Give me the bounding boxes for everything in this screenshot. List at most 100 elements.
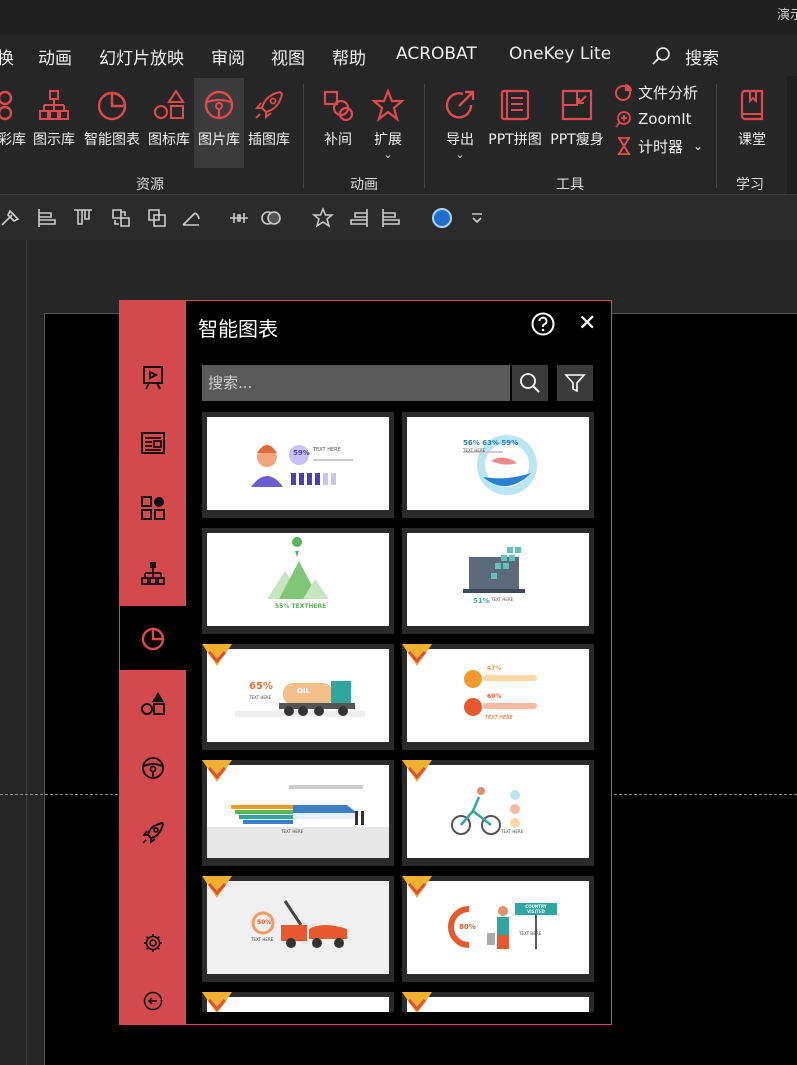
pie-chart-icon xyxy=(97,91,127,121)
template-thumbnail[interactable] xyxy=(402,992,594,1012)
thumbnail-graphic xyxy=(235,681,365,717)
ribbon-classroom-button[interactable]: 课堂 xyxy=(730,82,774,168)
tab-onekey-lite[interactable]: OneKey Lite xyxy=(509,44,611,64)
search-button[interactable] xyxy=(512,365,548,401)
grid-circle-icon xyxy=(141,496,165,520)
group-icon[interactable] xyxy=(110,207,132,229)
thumbnail-graphic xyxy=(451,787,520,835)
premium-badge-icon xyxy=(402,992,432,1012)
panel-title: 智能图表 xyxy=(198,317,278,341)
sidebar-item-smart-chart[interactable] xyxy=(120,606,186,670)
format-painter-icon[interactable] xyxy=(0,207,22,229)
ribbon-color-library-button[interactable]: 彩库 xyxy=(0,82,30,168)
org-chart-icon xyxy=(39,90,69,120)
thumbnail-text: 55% TEXTHERE xyxy=(275,603,327,610)
star-outline-icon[interactable] xyxy=(312,207,334,229)
ribbon-export-button[interactable]: 导出 ⌄ xyxy=(438,82,482,168)
timer-label: 计时器 xyxy=(638,137,684,156)
ribbon-separator xyxy=(424,84,425,188)
thumbnail-graphic xyxy=(463,547,525,593)
ribbon-illustration-library-button[interactable]: 插图库 xyxy=(245,82,293,168)
sidebar-collapse[interactable] xyxy=(120,981,186,1021)
menu-search[interactable]: 搜索 xyxy=(685,44,719,69)
search-input[interactable] xyxy=(202,365,510,401)
sidebar-item-presentation[interactable] xyxy=(120,346,186,410)
template-thumbnail[interactable]: 80% COUNTRY VISITED TEXT HERE xyxy=(402,876,594,982)
distribute-icon[interactable] xyxy=(228,207,250,229)
ribbon-label: 补间 xyxy=(324,132,352,148)
tab-help[interactable]: 帮助 xyxy=(332,44,366,69)
gear-icon xyxy=(144,934,162,952)
ribbon-image-library-button[interactable]: 图片库 xyxy=(194,78,244,168)
template-thumbnail[interactable]: 55% TEXTHERE xyxy=(202,528,394,634)
sidebar-item-diagrams[interactable] xyxy=(120,541,186,605)
ribbon-label: PPT拼图 xyxy=(488,132,542,148)
fill-color-icon[interactable] xyxy=(431,207,453,229)
template-thumbnail[interactable]: 65% OIL TEXT HERE xyxy=(202,644,394,750)
align-menu-icon[interactable] xyxy=(380,207,402,229)
template-thumbnail[interactable]: TEXT HERE xyxy=(202,760,394,866)
ribbon-label: 导出 xyxy=(446,132,474,148)
sidebar-item-illustrations[interactable] xyxy=(120,801,186,865)
align-top-icon[interactable] xyxy=(72,207,94,229)
ribbon-label: 智能图表 xyxy=(84,132,140,148)
close-icon[interactable]: ✕ xyxy=(578,311,596,336)
ribbon-diagram-library-button[interactable]: 图示库 xyxy=(30,82,78,168)
search-icon[interactable] xyxy=(651,46,671,66)
ribbon-icon-library-button[interactable]: 图标库 xyxy=(145,82,193,168)
more-icon[interactable] xyxy=(466,207,488,229)
ribbon-ppt-collage-button[interactable]: PPT拼图 xyxy=(485,82,545,168)
template-thumbnail[interactable]: 59% TEXT HERE xyxy=(202,412,394,518)
timer-button[interactable]: 计时器 ⌄ xyxy=(614,134,703,158)
tab-review[interactable]: 审阅 xyxy=(211,44,245,69)
ribbon-extend-button[interactable]: 扩展 ⌄ xyxy=(366,82,410,168)
sidebar-item-images[interactable] xyxy=(120,736,186,800)
thumbnail-text: 51% xyxy=(473,597,490,605)
shapes-icon xyxy=(154,89,185,119)
ribbon-separator xyxy=(303,84,304,188)
org-chart-icon xyxy=(141,562,165,585)
tab-slideshow[interactable]: 幻灯片放映 xyxy=(99,44,184,69)
bring-forward-icon[interactable] xyxy=(146,207,168,229)
rocket-icon xyxy=(254,90,284,120)
ribbon-tween-button[interactable]: 补间 xyxy=(316,82,360,168)
template-thumbnail[interactable]: 47% 60% TEXT HERE xyxy=(402,644,594,750)
template-thumbnail[interactable]: TEXT HERE xyxy=(402,760,594,866)
rotate-icon[interactable] xyxy=(180,207,202,229)
file-analysis-button[interactable]: 文件分析 xyxy=(614,80,698,104)
tween-icon xyxy=(323,90,354,122)
thumbnail-graphic xyxy=(251,900,347,948)
tab-acrobat[interactable]: ACROBAT xyxy=(396,44,477,64)
back-arrow-icon xyxy=(143,991,163,1011)
merge-shapes-icon[interactable] xyxy=(260,207,282,229)
tab-animations[interactable]: 动画 xyxy=(38,44,72,69)
template-thumbnail[interactable]: 51% TEXT HERE xyxy=(402,528,594,634)
title-bar: 演示 xyxy=(0,0,797,34)
template-thumbnail[interactable] xyxy=(202,992,394,1012)
align-right-icon[interactable] xyxy=(348,207,370,229)
sidebar-item-modules[interactable] xyxy=(120,476,186,540)
book-icon xyxy=(740,89,764,121)
thumbnail-text: TEXT HERE xyxy=(491,597,514,602)
zoomit-button[interactable]: ZoomIt xyxy=(614,107,692,131)
premium-badge-icon xyxy=(202,644,232,666)
premium-badge-icon xyxy=(402,876,432,898)
ribbon-smart-chart-button[interactable]: 智能图表 xyxy=(80,82,144,168)
sidebar-item-layout[interactable] xyxy=(120,411,186,475)
thumbnail-text: 50% xyxy=(257,919,272,926)
template-thumbnail[interactable]: 56% 63% 59% TEXT HERE xyxy=(402,412,594,518)
align-left-icon[interactable] xyxy=(36,207,58,229)
tab-transitions[interactable]: 换 xyxy=(0,44,14,69)
ribbon-ppt-slim-button[interactable]: PPT瘦身 xyxy=(547,82,607,168)
palette-icon xyxy=(0,90,13,121)
help-icon[interactable] xyxy=(531,312,555,336)
template-thumbnail[interactable]: 50% TEXT HERE xyxy=(202,876,394,982)
sidebar-item-icons[interactable] xyxy=(120,671,186,735)
ribbon-label: 扩展 xyxy=(374,132,402,148)
thumbnail-text: 60% xyxy=(487,693,502,700)
premium-badge-icon xyxy=(202,992,232,1012)
steering-wheel-icon xyxy=(204,90,234,120)
tab-view[interactable]: 视图 xyxy=(271,44,305,69)
sidebar-settings[interactable] xyxy=(120,923,186,963)
filter-button[interactable] xyxy=(557,365,593,401)
